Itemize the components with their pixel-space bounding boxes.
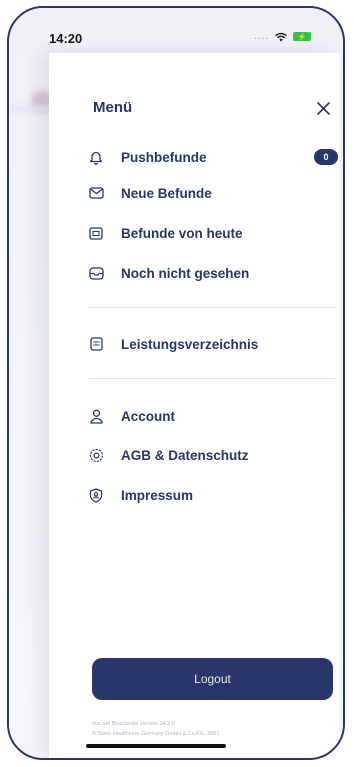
menu-item-label: Noch nicht gesehen [121, 265, 250, 281]
document-icon [87, 335, 105, 353]
menu-item-label: Impressum [121, 487, 194, 503]
menu-item-label: AGB & Datenschutz [121, 447, 249, 463]
divider [89, 307, 335, 308]
home-indicator[interactable] [86, 744, 226, 748]
bell-icon [87, 148, 105, 166]
footer-copyright: © Sonic Healthcare Germany GmbH & Co.KG,… [92, 731, 220, 737]
menu-item-leistungsverzeichnis[interactable]: Leistungsverzeichnis [87, 333, 258, 355]
footer-version: doc.net Bioscientia Version 24.3.0 [92, 721, 175, 727]
close-icon [316, 101, 330, 115]
menu-item-pushbefunde[interactable]: Pushbefunde [87, 146, 207, 168]
divider [89, 378, 335, 379]
envelope-icon [87, 184, 105, 202]
count-badge: 0 [314, 149, 338, 165]
user-icon [87, 407, 105, 425]
menu-title: Menü [93, 99, 133, 116]
menu-item-account[interactable]: Account [87, 405, 175, 427]
menu-drawer: Menü Pushbefunde 0 Neue Befunde Befunde … [49, 53, 340, 758]
settings-badge-icon [87, 446, 105, 464]
menu-item-noch-nicht-gesehen[interactable]: Noch nicht gesehen [87, 262, 249, 284]
status-icons: .... ⚡ [254, 31, 311, 42]
wifi-icon [275, 32, 287, 41]
close-button[interactable] [312, 97, 334, 119]
menu-item-neue-befunde[interactable]: Neue Befunde [87, 182, 212, 204]
calendar-icon [87, 224, 105, 242]
battery-charging-icon: ⚡ [293, 32, 311, 41]
inbox-icon [87, 264, 105, 282]
phone-frame: 14:20 .... ⚡ Menü Pushbefunde 0 Neue Bef… [7, 6, 345, 760]
menu-item-impressum[interactable]: Impressum [87, 484, 193, 506]
shield-user-icon [87, 486, 105, 504]
logout-button[interactable]: Logout [92, 658, 333, 700]
menu-item-agb-datenschutz[interactable]: AGB & Datenschutz [87, 444, 249, 466]
status-time: 14:20 [49, 31, 83, 46]
menu-item-label: Neue Befunde [121, 185, 212, 201]
menu-item-label: Befunde von heute [121, 225, 243, 241]
menu-item-label: Account [121, 408, 175, 424]
menu-item-label: Leistungsverzeichnis [121, 336, 259, 352]
signal-dots: .... [253, 31, 269, 42]
menu-item-befunde-von-heute[interactable]: Befunde von heute [87, 222, 243, 244]
menu-item-label: Pushbefunde [121, 149, 207, 165]
